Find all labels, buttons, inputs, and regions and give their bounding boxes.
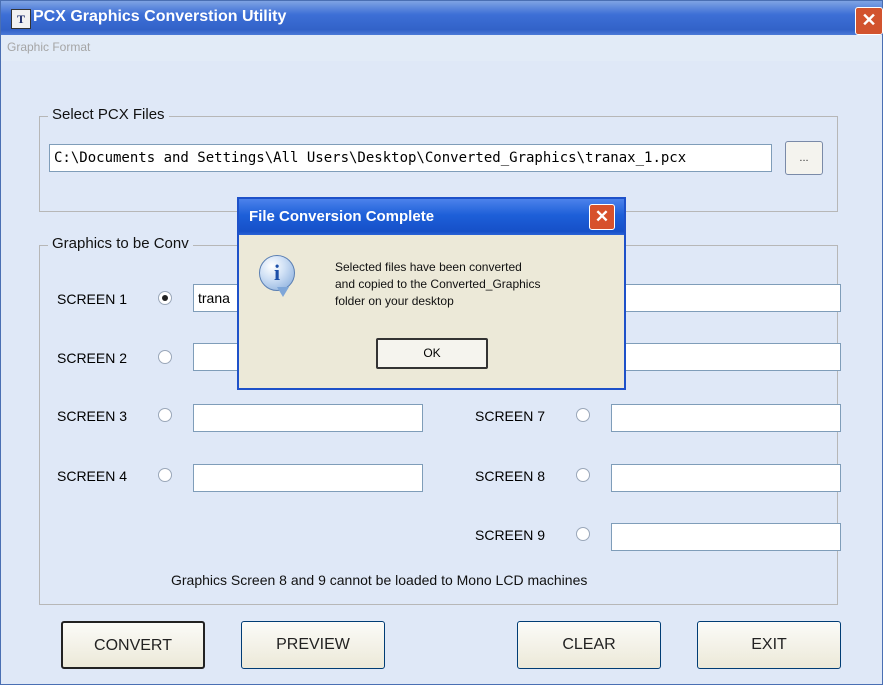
menu-graphic-format[interactable]: Graphic Format <box>7 40 90 54</box>
info-icon: i <box>259 255 295 291</box>
screen-4-label: SCREEN 4 <box>57 468 128 484</box>
screen-8-field[interactable] <box>611 464 841 492</box>
screen-9-label: SCREEN 9 <box>475 527 546 543</box>
file-path-input[interactable]: C:\Documents and Settings\All Users\Desk… <box>49 144 772 172</box>
dialog-message: Selected files have been converted and c… <box>335 259 620 310</box>
title-bar[interactable]: T PCX Graphics Converstion Utility ✕ <box>1 1 883 35</box>
graphics-group-label: Graphics to be Conv <box>48 235 193 252</box>
screen-2-radio[interactable] <box>158 350 172 364</box>
dialog-message-line: and copied to the Converted_Graphics <box>335 277 541 291</box>
screen-4-radio[interactable] <box>158 468 172 482</box>
exit-button[interactable]: EXIT <box>697 621 841 669</box>
screen-7-label: SCREEN 7 <box>475 408 546 424</box>
screen-4-field[interactable] <box>193 464 423 492</box>
screen-1-label: SCREEN 1 <box>57 291 128 307</box>
screen-7-field[interactable] <box>611 404 841 432</box>
dialog-title-bar[interactable]: File Conversion Complete ✕ <box>239 199 624 235</box>
dialog-close-button[interactable]: ✕ <box>589 204 615 230</box>
main-window: T PCX Graphics Converstion Utility ✕ Gra… <box>0 0 883 685</box>
screen-6-field[interactable] <box>611 343 841 371</box>
screen-2-label: SCREEN 2 <box>57 350 128 366</box>
clear-button[interactable]: CLEAR <box>517 621 661 669</box>
info-icon-tail <box>277 287 289 297</box>
dialog-message-line: folder on your desktop <box>335 294 454 308</box>
app-logo-icon: T <box>11 9 31 29</box>
browse-button[interactable]: ... <box>785 141 823 175</box>
screen-3-label: SCREEN 3 <box>57 408 128 424</box>
dialog-title: File Conversion Complete <box>249 208 435 225</box>
menu-bar: Graphic Format <box>1 35 882 61</box>
window-close-button[interactable]: ✕ <box>855 7 883 35</box>
screen-1-radio[interactable] <box>158 291 172 305</box>
screen-8-label: SCREEN 8 <box>475 468 546 484</box>
dialog-message-line: Selected files have been converted <box>335 260 522 274</box>
select-files-label: Select PCX Files <box>48 106 169 123</box>
conversion-complete-dialog: File Conversion Complete ✕ i Selected fi… <box>237 197 626 390</box>
mono-lcd-note: Graphics Screen 8 and 9 cannot be loaded… <box>171 572 588 588</box>
window-title: PCX Graphics Converstion Utility <box>33 8 287 25</box>
screen-5-field[interactable] <box>611 284 841 312</box>
convert-button[interactable]: CONVERT <box>61 621 205 669</box>
screen-9-radio[interactable] <box>576 527 590 541</box>
preview-button[interactable]: PREVIEW <box>241 621 385 669</box>
screen-9-field[interactable] <box>611 523 841 551</box>
screen-3-radio[interactable] <box>158 408 172 422</box>
screen-7-radio[interactable] <box>576 408 590 422</box>
ok-button[interactable]: OK <box>376 338 488 369</box>
screen-3-field[interactable] <box>193 404 423 432</box>
screen-8-radio[interactable] <box>576 468 590 482</box>
